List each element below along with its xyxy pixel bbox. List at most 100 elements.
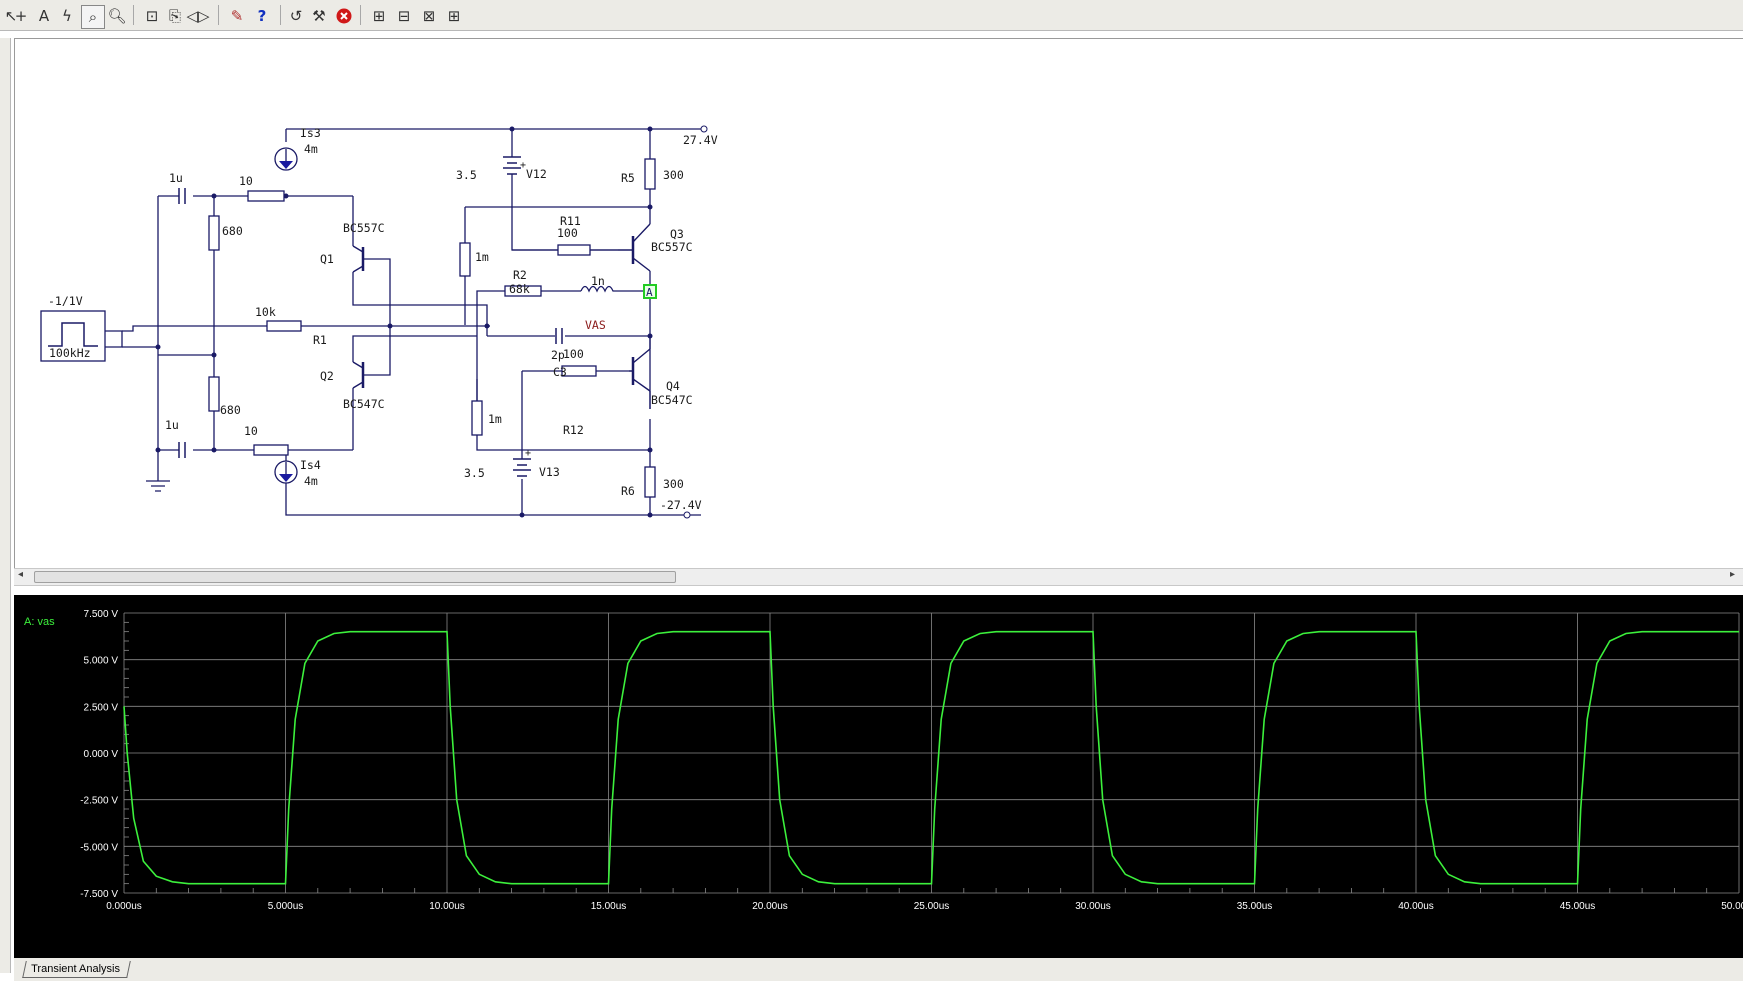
label-q3-type: BC557C: [651, 240, 693, 254]
schematic-horizontal-scrollbar[interactable]: ◂ ▸: [14, 568, 1743, 586]
resistor-r6[interactable]: [644, 466, 656, 498]
label-r2: R2: [513, 268, 527, 282]
x-tick-label: 30.00us: [1075, 901, 1111, 912]
label-q2-type: BC547C: [343, 397, 385, 411]
plot-toggle-icon[interactable]: ✎: [226, 5, 248, 27]
junctions: [155, 126, 653, 518]
battery-v12[interactable]: [503, 156, 521, 175]
label-r6-val: 300: [663, 477, 684, 491]
x-tick-label: 15.00us: [591, 901, 627, 912]
toolbar-divider: [218, 5, 219, 25]
label-vas: VAS: [585, 318, 606, 332]
scroll-right-icon[interactable]: ▸: [1730, 569, 1735, 580]
text-tool-icon[interactable]: A: [33, 5, 55, 27]
y-tick-label: -7.500 V: [80, 889, 118, 900]
label-r-bottom: 10: [244, 424, 258, 438]
transient-plot-panel[interactable]: A: vas 7.500 V 5.000 V 2.500 V 0.000 V -2.50…: [14, 595, 1743, 958]
probe-label: A: [646, 286, 653, 299]
resistor-680-bottom[interactable]: [208, 376, 220, 412]
zoom-area-tool-icon[interactable]: ⌕: [81, 5, 105, 29]
label-q4: Q4: [666, 379, 680, 393]
stop-simulation-icon[interactable]: [333, 5, 355, 27]
x-tick-label: 5.000us: [268, 901, 304, 912]
x-tick-label: 50.00us: [1721, 901, 1743, 912]
y-tick-label: -2.500 V: [80, 796, 118, 807]
label-1m-top: 1m: [475, 250, 489, 264]
capacitor-1u-top[interactable]: [178, 188, 186, 204]
label-is4: Is4: [300, 458, 321, 472]
zoom-page-icon[interactable]: ⎘: [164, 5, 186, 27]
resistor-r12[interactable]: [561, 365, 597, 377]
zoom-tool-icon[interactable]: 🔍︎: [106, 5, 128, 27]
undo-icon[interactable]: ↺: [285, 5, 307, 27]
label-l-val: 1n: [591, 274, 605, 288]
label-r11-val: 100: [557, 226, 578, 240]
transistor-q1[interactable]: [352, 245, 365, 273]
resistor-10-bottom[interactable]: [253, 444, 289, 456]
toolbar-divider: [360, 5, 361, 25]
x-tick-label: 25.00us: [914, 901, 950, 912]
analysis-tab-bar: Transient Analysis: [14, 958, 1743, 981]
label-is4-val: 4m: [304, 474, 318, 488]
rail-terminal-pos[interactable]: [700, 125, 708, 133]
resistor-r1[interactable]: [266, 320, 302, 332]
capacitor-1u-bottom[interactable]: [178, 442, 186, 458]
probe-tool-icon[interactable]: ϟ: [56, 5, 78, 27]
resistor-r11[interactable]: [557, 244, 591, 256]
transient-plot: A: vas 7.500 V 5.000 V 2.500 V 0.000 V -2.50…: [24, 609, 1743, 912]
left-panel-edge: [0, 38, 11, 973]
tab-transient-analysis[interactable]: Transient Analysis: [22, 961, 131, 978]
label-rail-neg: -27.4V: [660, 498, 702, 512]
toolbox-3-icon[interactable]: ⊠: [418, 5, 440, 27]
label-source-freq: 100kHz: [49, 346, 91, 360]
scrollbar-thumb[interactable]: [34, 571, 676, 583]
properties-icon[interactable]: ⚒: [308, 5, 330, 27]
capacitor-c3[interactable]: [555, 328, 563, 344]
label-q3: Q3: [670, 227, 684, 241]
wire-tool-icon[interactable]: +: [10, 5, 32, 27]
resistor-10-top[interactable]: [247, 190, 285, 202]
label-680-bottom: 680: [220, 403, 241, 417]
battery-v13[interactable]: [513, 458, 531, 477]
label-r12: R12: [563, 423, 584, 437]
y-tick-label: 7.500 V: [84, 609, 119, 620]
label-v13-plus: +: [525, 448, 531, 459]
transistor-q3[interactable]: [618, 223, 651, 272]
label-v12: V12: [526, 167, 547, 181]
resistor-1m-top[interactable]: [459, 242, 471, 277]
label-q1-type: BC557C: [343, 221, 385, 235]
label-rail-pos: 27.4V: [683, 133, 718, 147]
toolbar-divider: [133, 5, 134, 25]
transistor-q2[interactable]: [352, 361, 365, 389]
schematic-canvas[interactable]: A Is3 4m 1u 10 680 -1/1V 100kHz 10k R1 Q…: [14, 38, 1743, 569]
toolbox-1-icon[interactable]: ⊞: [368, 5, 390, 27]
current-source-is4[interactable]: [274, 460, 298, 484]
x-tick-label: 35.00us: [1237, 901, 1273, 912]
mirror-icon[interactable]: ◁▷: [186, 5, 209, 27]
toolbar-divider: [280, 5, 281, 25]
rail-terminal-neg[interactable]: [683, 511, 691, 519]
label-r-top: 10: [239, 174, 253, 188]
x-tick-label: 10.00us: [429, 901, 465, 912]
zoom-fit-icon[interactable]: ⊡: [141, 5, 163, 27]
x-tick-label: 45.00us: [1560, 901, 1596, 912]
label-c3: C3: [553, 365, 567, 379]
current-source-is3[interactable]: [274, 147, 298, 171]
toolbox-4-icon[interactable]: ⊞: [443, 5, 465, 27]
resistor-680-top[interactable]: [208, 215, 220, 251]
toolbox-2-icon[interactable]: ⊟: [393, 5, 415, 27]
label-r1: R1: [313, 333, 327, 347]
scroll-left-icon[interactable]: ◂: [18, 569, 23, 580]
wires: [122, 128, 701, 516]
label-r5: R5: [621, 171, 635, 185]
resistor-1m-bottom[interactable]: [471, 400, 483, 436]
y-tick-label: 5.000 V: [84, 656, 119, 667]
plot-grid: [123, 612, 1740, 894]
x-axis-ticks: 0.000us 5.000us 10.00us 15.00us 20.00us 25.00…: [106, 901, 1743, 912]
label-v12-val: 3.5: [456, 168, 477, 182]
transistor-q4[interactable]: [629, 348, 651, 392]
resistor-r5[interactable]: [644, 158, 656, 190]
y-tick-label: 2.500 V: [84, 702, 119, 713]
help-icon[interactable]: ?: [251, 5, 273, 27]
label-is3: Is3: [300, 126, 321, 140]
